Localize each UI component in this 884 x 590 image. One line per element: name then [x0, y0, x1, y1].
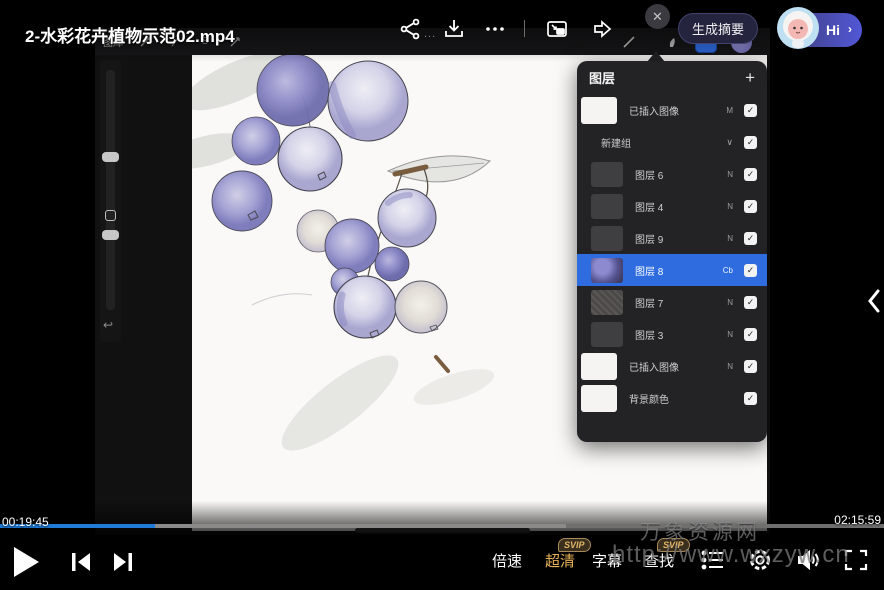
- add-layer-icon: +: [745, 69, 755, 86]
- layer-name: 图层 8: [635, 263, 663, 278]
- ipad-home-indicator: [355, 528, 530, 533]
- layer-thumbnail: [581, 97, 617, 124]
- playlist-icon[interactable]: [700, 547, 726, 573]
- smudge-icon: [665, 34, 681, 50]
- layer-thumbnail: [591, 258, 623, 283]
- video-player: 图库 S ↩ 图层 +: [0, 0, 884, 590]
- visibility-checkbox: ✓: [744, 328, 757, 341]
- open-playlist-chevron-icon[interactable]: [866, 288, 882, 314]
- visibility-checkbox: ✓: [744, 200, 757, 213]
- layers-panel-header: 图层 +: [577, 61, 767, 94]
- layer-thumbnail: [591, 194, 623, 219]
- quality-button[interactable]: 超清: [545, 550, 575, 571]
- layer-row: 图层 3 N ✓: [577, 318, 767, 350]
- assistant-avatar: [776, 6, 820, 50]
- video-title: 2-水彩花卉植物示范02.mp4: [25, 22, 235, 47]
- volume-icon[interactable]: [795, 547, 821, 573]
- current-time: 00:19:45: [2, 515, 49, 529]
- download-icon[interactable]: [442, 17, 466, 41]
- seek-bar[interactable]: [0, 524, 884, 528]
- layer-row: 已插入图像 M ✓: [577, 94, 767, 126]
- layer-name: 图层 7: [635, 295, 663, 310]
- share-icon[interactable]: [398, 17, 422, 41]
- visibility-checkbox: ✓: [744, 104, 757, 117]
- video-frame[interactable]: 图库 S ↩ 图层 +: [95, 28, 770, 535]
- layer-row: 图层 6 N ✓: [577, 158, 767, 190]
- blend-mode-label: N: [727, 362, 733, 371]
- layer-thumbnail: [581, 385, 617, 412]
- previous-track-icon[interactable]: [68, 549, 94, 575]
- visibility-checkbox: ✓: [744, 136, 757, 149]
- blend-mode-label: N: [727, 298, 733, 307]
- brush-icon: [621, 34, 637, 50]
- toolbar-divider: [524, 20, 525, 37]
- blend-mode-label: M: [726, 106, 733, 115]
- play-icon[interactable]: [14, 547, 39, 577]
- layer-name: 新建组: [601, 135, 631, 150]
- playback-speed-button[interactable]: 倍速: [492, 550, 522, 571]
- brush-size-handle: [102, 152, 119, 162]
- svip-badge: SVIP: [657, 538, 690, 552]
- layer-name: 图层 3: [635, 327, 663, 342]
- find-button[interactable]: 查找: [644, 550, 674, 571]
- layer-thumbnail: [591, 226, 623, 251]
- visibility-checkbox: ✓: [744, 168, 757, 181]
- background-layer-row: 背景颜色 ✓: [577, 382, 767, 414]
- total-time: 02:15:59: [834, 513, 881, 527]
- layer-row: 已插入图像 N ✓: [577, 350, 767, 382]
- layer-name: 背景颜色: [629, 391, 669, 406]
- brush-sidebar: ↩: [100, 60, 121, 342]
- generate-summary-button[interactable]: 生成摘要: [678, 13, 758, 44]
- chevron-down-icon: ∨: [726, 137, 733, 148]
- layer-row-selected: 图层 8 Cb ✓: [577, 254, 767, 286]
- layer-name: 已插入图像: [629, 103, 679, 118]
- next-track-icon[interactable]: [110, 549, 136, 575]
- fullscreen-icon[interactable]: [843, 547, 869, 573]
- layer-name: 已插入图像: [629, 359, 679, 374]
- assistant-button[interactable]: Hi ›: [780, 13, 862, 47]
- slider-track: [106, 70, 115, 310]
- settings-gear-icon[interactable]: [747, 547, 773, 573]
- blend-mode-label: N: [727, 234, 733, 243]
- layer-name: 图层 6: [635, 167, 663, 182]
- layer-group-row: 新建组 ∨ ✓: [577, 126, 767, 158]
- blend-mode-label: N: [727, 330, 733, 339]
- blend-mode-label: N: [727, 202, 733, 211]
- assistant-label: Hi: [826, 22, 840, 38]
- layers-panel-title: 图层: [589, 68, 615, 87]
- picture-in-picture-icon[interactable]: [545, 17, 569, 41]
- layers-panel: 图层 + 已插入图像 M ✓ 新建组 ∨ ✓ 图层 6 N ✓: [577, 61, 767, 442]
- more-icon[interactable]: [483, 17, 507, 41]
- visibility-checkbox: ✓: [744, 232, 757, 245]
- chevron-right-icon: ›: [848, 22, 852, 36]
- layer-thumbnail: [591, 322, 623, 347]
- player-controls-bar: 倍速 超清 SVIP 字幕 查找 SVIP: [0, 535, 884, 590]
- layer-thumbnail: [581, 353, 617, 380]
- close-icon[interactable]: ✕: [645, 4, 670, 29]
- subtitles-button[interactable]: 字幕: [592, 550, 622, 571]
- layer-row: 图层 4 N ✓: [577, 190, 767, 222]
- svip-badge: SVIP: [558, 538, 591, 552]
- layer-thumbnail: [591, 290, 623, 315]
- blend-mode-label: N: [727, 170, 733, 179]
- layer-row: 图层 9 N ✓: [577, 222, 767, 254]
- visibility-checkbox: ✓: [744, 296, 757, 309]
- layer-name: 图层 9: [635, 231, 663, 246]
- brush-opacity-handle: [102, 230, 119, 240]
- visibility-checkbox: ✓: [744, 360, 757, 373]
- visibility-checkbox: ✓: [744, 392, 757, 405]
- visibility-checkbox: ✓: [744, 264, 757, 277]
- layer-name: 图层 4: [635, 199, 663, 214]
- layer-row: 图层 7 N ✓: [577, 286, 767, 318]
- layer-thumbnail: [591, 162, 623, 187]
- undo-icon: ↩: [103, 318, 118, 333]
- trim-icon[interactable]: [590, 17, 614, 41]
- modify-button: [105, 210, 116, 221]
- blend-mode-label: Cb: [723, 266, 733, 275]
- overflow-dots: ...: [424, 28, 436, 40]
